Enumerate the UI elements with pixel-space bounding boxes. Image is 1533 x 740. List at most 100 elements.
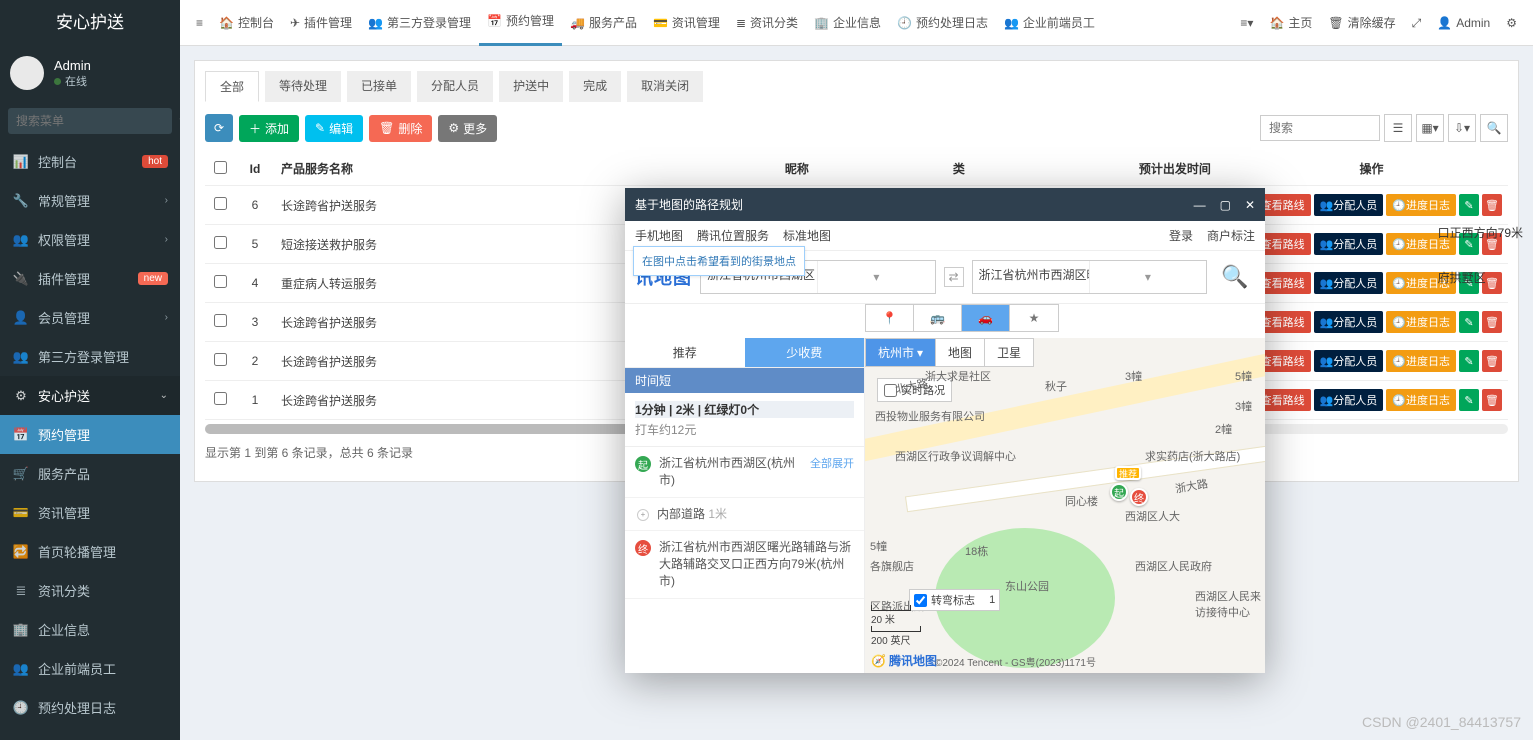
map-menu-mobile[interactable]: 手机地图	[635, 227, 683, 244]
more-button[interactable]: ⚙更多	[438, 115, 497, 142]
maximize-icon[interactable]: ▢	[1220, 198, 1231, 212]
nav-item[interactable]: ≡	[188, 0, 211, 46]
refresh-button[interactable]: ⟳	[205, 114, 233, 142]
sidebar-subitem[interactable]: ≣资讯分类	[0, 571, 180, 610]
chevron-down-icon[interactable]: ▾	[817, 261, 934, 293]
column-header[interactable]: 类	[947, 152, 1059, 186]
row-edit-button[interactable]: ✎	[1459, 194, 1479, 216]
mode-car-icon[interactable]: 🚗	[962, 305, 1010, 331]
status-tab[interactable]: 取消关闭	[627, 71, 703, 102]
nav-item[interactable]: 🕘预约处理日志	[889, 0, 996, 46]
nav-right-item[interactable]: 🏠主页	[1261, 0, 1320, 46]
row-checkbox[interactable]	[214, 314, 227, 327]
expand-all-link[interactable]: 全部展开	[810, 455, 854, 471]
progress-log-button[interactable]: 🕘进度日志	[1386, 350, 1456, 372]
assign-button[interactable]: 👥分配人员	[1314, 311, 1384, 333]
delete-button[interactable]: 🗑删除	[369, 115, 432, 142]
mode-pin-icon[interactable]: 📍	[866, 305, 914, 331]
row-delete-button[interactable]: 🗑	[1482, 194, 1502, 216]
edit-button[interactable]: ✎编辑	[305, 115, 363, 142]
row-checkbox[interactable]	[214, 275, 227, 288]
assign-button[interactable]: 👥分配人员	[1314, 389, 1384, 411]
assign-button[interactable]: 👥分配人员	[1314, 272, 1384, 294]
nav-item[interactable]: 📅预约管理	[479, 0, 562, 46]
swap-icon[interactable]: ⇄	[944, 267, 964, 287]
row-checkbox[interactable]	[214, 197, 227, 210]
column-header[interactable]: 操作	[1235, 152, 1508, 186]
turn-indicator[interactable]: 转弯标志 1	[909, 589, 1000, 611]
row-checkbox[interactable]	[214, 353, 227, 366]
nav-item[interactable]: ≣资讯分类	[728, 0, 806, 46]
mode-bus-icon[interactable]: 🚌	[914, 305, 962, 331]
sidebar-search-input[interactable]	[8, 108, 179, 134]
columns-icon[interactable]: ☰	[1384, 114, 1412, 142]
assign-button[interactable]: 👥分配人员	[1314, 350, 1384, 372]
row-edit-button[interactable]: ✎	[1459, 389, 1479, 411]
modal-header[interactable]: 基于地图的路径规划 — ▢ ✕	[625, 188, 1265, 221]
assign-button[interactable]: 👥分配人员	[1314, 233, 1384, 255]
sidebar-subitem[interactable]: 🛒服务产品	[0, 454, 180, 493]
row-checkbox[interactable]	[214, 236, 227, 249]
nav-right-item[interactable]: ⚙	[1498, 0, 1525, 46]
sidebar-subitem[interactable]: 👥企业前端员工	[0, 649, 180, 688]
nav-right-item[interactable]: 🗑清除缓存	[1320, 0, 1403, 46]
sidebar-item[interactable]: ⚙安心护送⌄	[0, 376, 180, 415]
column-header[interactable]: Id	[235, 152, 275, 186]
row-checkbox[interactable]	[214, 392, 227, 405]
nav-item[interactable]: 🚚服务产品	[562, 0, 645, 46]
table-search-input[interactable]	[1260, 115, 1380, 141]
progress-log-button[interactable]: 🕘进度日志	[1386, 389, 1456, 411]
column-header[interactable]	[205, 152, 235, 186]
nav-item[interactable]: 🏢企业信息	[806, 0, 889, 46]
status-tab[interactable]: 完成	[569, 71, 621, 102]
map-merchant[interactable]: 商户标注	[1207, 227, 1255, 244]
route-search-icon[interactable]: 🔍	[1215, 257, 1255, 297]
close-icon[interactable]: ✕	[1245, 198, 1255, 212]
status-tab[interactable]: 全部	[205, 71, 259, 102]
sidebar-item[interactable]: 🔧常规管理›	[0, 181, 180, 220]
nav-right-item[interactable]: ≡▾	[1232, 0, 1261, 46]
sidebar-subitem[interactable]: 📅预约管理	[0, 415, 180, 454]
column-header[interactable]: 产品服务名称	[275, 152, 779, 186]
row-delete-button[interactable]: 🗑	[1482, 311, 1502, 333]
column-header[interactable]: 昵称	[779, 152, 947, 186]
status-tab[interactable]: 护送中	[499, 71, 563, 102]
mode-star-icon[interactable]: ★	[1010, 305, 1058, 331]
sidebar-item[interactable]: 👤会员管理›	[0, 298, 180, 337]
progress-log-button[interactable]: 🕘进度日志	[1386, 311, 1456, 333]
sidebar-item[interactable]: 👥权限管理›	[0, 220, 180, 259]
sidebar-subitem[interactable]: 💳资讯管理	[0, 493, 180, 532]
status-tab[interactable]: 已接单	[347, 71, 411, 102]
map-view-tab[interactable]: 地图	[936, 339, 985, 366]
nav-item[interactable]: 🏠控制台	[211, 0, 282, 46]
nav-item[interactable]: 👥企业前端员工	[996, 0, 1103, 46]
add-button[interactable]: ＋添加	[239, 115, 299, 142]
grid-icon[interactable]: ▦▾	[1416, 114, 1444, 142]
nav-right-item[interactable]: 👤Admin	[1429, 0, 1498, 46]
column-header[interactable]: 预计出发时间	[1115, 152, 1235, 186]
sidebar-item[interactable]: 📊控制台hot	[0, 142, 180, 181]
sidebar-item[interactable]: 🔌插件管理new	[0, 259, 180, 298]
status-tab[interactable]: 分配人员	[417, 71, 493, 102]
row-delete-button[interactable]: 🗑	[1482, 350, 1502, 372]
map-city-dropdown[interactable]: 杭州市 ▾	[866, 339, 936, 366]
sidebar-item[interactable]: 👥第三方登录管理	[0, 337, 180, 376]
assign-button[interactable]: 👥分配人员	[1314, 194, 1384, 216]
export-icon[interactable]: ⇩▾	[1448, 114, 1476, 142]
to-input[interactable]: 浙江省杭州市西湖区曙▾	[972, 260, 1208, 294]
route-tab-recommend[interactable]: 推荐	[625, 338, 745, 367]
sidebar-search[interactable]: 🔍	[8, 108, 172, 134]
map-login[interactable]: 登录	[1169, 227, 1193, 244]
sidebar-subitem[interactable]: 🔁首页轮播管理	[0, 532, 180, 571]
nav-item[interactable]: ✈插件管理	[282, 0, 360, 46]
progress-log-button[interactable]: 🕘进度日志	[1386, 194, 1456, 216]
map-menu-lbs[interactable]: 腾讯位置服务	[697, 227, 769, 244]
minimize-icon[interactable]: —	[1194, 198, 1206, 212]
map-menu-std[interactable]: 标准地图	[783, 227, 831, 244]
sidebar-subitem[interactable]: 🕘预约处理日志	[0, 688, 180, 727]
row-edit-button[interactable]: ✎	[1459, 350, 1479, 372]
nav-item[interactable]: 💳资讯管理	[645, 0, 728, 46]
status-tab[interactable]: 等待处理	[265, 71, 341, 102]
sat-view-tab[interactable]: 卫星	[985, 339, 1033, 366]
nav-right-item[interactable]: ⤢	[1404, 0, 1430, 46]
